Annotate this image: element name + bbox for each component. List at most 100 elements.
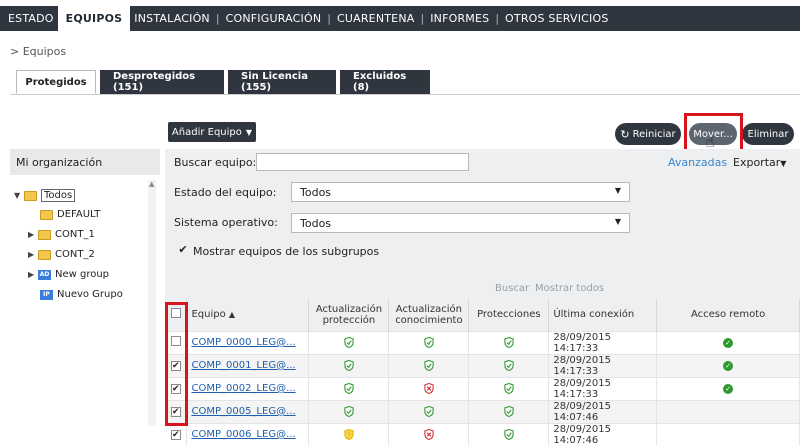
nav-item-cuarentena[interactable]: CUARENTENA <box>333 6 419 31</box>
os-select[interactable]: Todos ▼ <box>291 213 630 233</box>
row-checkbox[interactable]: ✔ <box>170 430 181 440</box>
nav-separator: | <box>215 12 220 25</box>
sidebar-header: Mi organización <box>10 149 160 175</box>
expand-icon[interactable]: ▼ <box>14 191 24 200</box>
protections-status-icon <box>468 399 550 423</box>
add-equipment-button[interactable]: Añadir Equipo ▼ <box>168 122 256 142</box>
protections-status-icon <box>468 376 550 400</box>
last-connection: 28/09/2015 14:17:33 <box>548 376 658 400</box>
table-row[interactable]: ✔ COMP_0006_LEG@... 28/09/2015 14:07:46 <box>165 422 800 446</box>
collapse-right-icon[interactable]: ▶ <box>28 230 38 239</box>
caret-down-icon: ▼ <box>614 217 621 226</box>
knowledge-update-status-icon <box>388 399 470 423</box>
remote-access-check-icon: ✓ <box>723 338 734 348</box>
caret-down-icon: ▼ <box>780 159 787 168</box>
delete-button[interactable]: Eliminar <box>742 123 794 145</box>
search-input[interactable] <box>256 153 469 171</box>
collapse-right-icon[interactable]: ▶ <box>28 270 38 279</box>
table-row[interactable]: ✔ COMP_0002_LEG@... 28/09/2015 14:17:33 ✓ <box>165 376 800 400</box>
nav-item-configuracion[interactable]: CONFIGURACIÓN <box>222 6 326 31</box>
knowledge-update-status-icon <box>388 376 470 400</box>
delete-label: Eliminar <box>747 128 789 140</box>
subgroups-label: Mostrar equipos de los subgrupos <box>193 245 380 258</box>
header-equipo[interactable]: Equipo ▲ <box>186 299 310 331</box>
tree-node-todos[interactable]: ▼ Todos <box>14 189 76 202</box>
equipment-name-link[interactable]: COMP_0000_LEG@... <box>186 330 310 354</box>
header-ultima-conexion[interactable]: Última conexión <box>548 299 658 331</box>
header-actualizacion-proteccion[interactable]: Actualización protección <box>308 299 390 331</box>
protections-status-icon <box>468 422 550 446</box>
ad-group-icon: AD <box>38 269 51 280</box>
remote-access-cell <box>656 399 800 423</box>
tab-divider <box>10 94 800 95</box>
header-actualizacion-conocimiento[interactable]: Actualización conocimiento <box>388 299 470 331</box>
protection-update-status-icon <box>308 399 390 423</box>
table-row[interactable]: COMP_0000_LEG@... 28/09/2015 14:17:33 ✓ <box>165 330 800 354</box>
protection-update-status-icon <box>308 422 390 446</box>
nav-item-equipos[interactable]: EQUIPOS <box>57 6 131 31</box>
last-connection: 28/09/2015 14:07:46 <box>548 399 658 423</box>
status-value: Todos <box>300 185 332 199</box>
tree-label: CONT_1 <box>55 229 95 240</box>
last-connection: 28/09/2015 14:07:46 <box>548 422 658 446</box>
tree-node-default[interactable]: DEFAULT <box>40 209 100 220</box>
equipment-name-link[interactable]: COMP_0001_LEG@... <box>186 353 310 377</box>
tree-label: Nuevo Grupo <box>57 289 123 300</box>
last-connection: 28/09/2015 14:17:33 <box>548 330 658 354</box>
sidebar-scrollbar[interactable]: ▲ <box>148 180 156 426</box>
header-protecciones[interactable]: Protecciones <box>468 299 550 331</box>
nav-item-instalacion[interactable]: INSTALACIÓN <box>130 6 214 31</box>
nav-separator: | <box>420 12 425 25</box>
subgroups-checkbox[interactable]: ✔ <box>178 244 188 256</box>
knowledge-update-status-icon <box>388 353 470 377</box>
protection-update-status-icon <box>308 353 390 377</box>
search-button[interactable]: Buscar <box>495 283 529 294</box>
knowledge-update-status-icon <box>388 330 470 354</box>
advanced-search-link[interactable]: Avanzadas <box>668 156 727 169</box>
nav-item-otros-servicios[interactable]: OTROS SERVICIOS <box>501 6 612 31</box>
tab-desprotegidos[interactable]: Desprotegidos (151) <box>100 70 224 94</box>
ip-group-icon: IP <box>40 289 53 300</box>
tree-node-cont2[interactable]: ▶ CONT_2 <box>28 249 95 260</box>
remote-access-check-icon: ✓ <box>723 361 734 371</box>
export-menu[interactable]: Exportar▼ <box>733 156 786 169</box>
search-label: Buscar equipo: <box>174 156 257 169</box>
status-select[interactable]: Todos ▼ <box>291 182 630 202</box>
tree-node-nuevo-grupo[interactable]: IP Nuevo Grupo <box>40 289 123 300</box>
scroll-up-icon[interactable]: ▲ <box>149 180 154 188</box>
knowledge-update-status-icon <box>388 422 470 446</box>
table-row[interactable]: ✔ COMP_0001_LEG@... 28/09/2015 14:17:33 ✓ <box>165 353 800 377</box>
equipment-name-link[interactable]: COMP_0002_LEG@... <box>186 376 310 400</box>
highlight-box-checkboxes <box>165 302 188 426</box>
remote-access-cell: ✓ <box>656 330 800 354</box>
tab-protegidos[interactable]: Protegidos <box>16 70 96 94</box>
table-row[interactable]: ✔ COMP_0005_LEG@... 28/09/2015 14:07:46 <box>165 399 800 423</box>
nav-separator: | <box>327 12 331 25</box>
add-equipment-label: Añadir Equipo <box>171 126 242 138</box>
equipment-tabs: Protegidos Desprotegidos (151) Sin Licen… <box>16 70 430 94</box>
remote-access-cell: ✓ <box>656 353 800 377</box>
folder-icon <box>40 209 53 220</box>
tab-sin-licencia[interactable]: Sin Licencia (155) <box>228 70 336 94</box>
status-label: Estado del equipo: <box>174 186 277 199</box>
restart-button[interactable]: ↻ Reiniciar <box>615 123 681 145</box>
caret-down-icon: ▼ <box>614 186 621 195</box>
top-navigation-bar: ESTADO EQUIPOS INSTALACIÓN | CONFIGURACI… <box>0 6 800 31</box>
equipment-name-link[interactable]: COMP_0006_LEG@... <box>186 422 310 446</box>
show-all-button[interactable]: Mostrar todos <box>535 283 604 294</box>
equipment-name-link[interactable]: COMP_0005_LEG@... <box>186 399 310 423</box>
nav-item-informes[interactable]: INFORMES <box>426 6 493 31</box>
header-acceso-remoto[interactable]: Acceso remoto <box>656 299 800 331</box>
nav-item-estado[interactable]: ESTADO <box>4 6 58 31</box>
table-header-row: Equipo ▲ Actualización protección Actual… <box>165 299 800 331</box>
tree-node-cont1[interactable]: ▶ CONT_1 <box>28 229 95 240</box>
row-checkbox-cell[interactable]: ✔ <box>165 422 188 446</box>
tab-excluidos[interactable]: Excluidos (8) <box>340 70 430 94</box>
header-equipo-label: Equipo <box>191 309 226 321</box>
breadcrumb: > Equipos <box>10 45 67 58</box>
collapse-right-icon[interactable]: ▶ <box>28 250 38 259</box>
protections-status-icon <box>468 330 550 354</box>
tree-node-new-group[interactable]: ▶ AD New group <box>28 269 109 280</box>
folder-icon <box>38 249 51 260</box>
protection-update-status-icon <box>308 376 390 400</box>
